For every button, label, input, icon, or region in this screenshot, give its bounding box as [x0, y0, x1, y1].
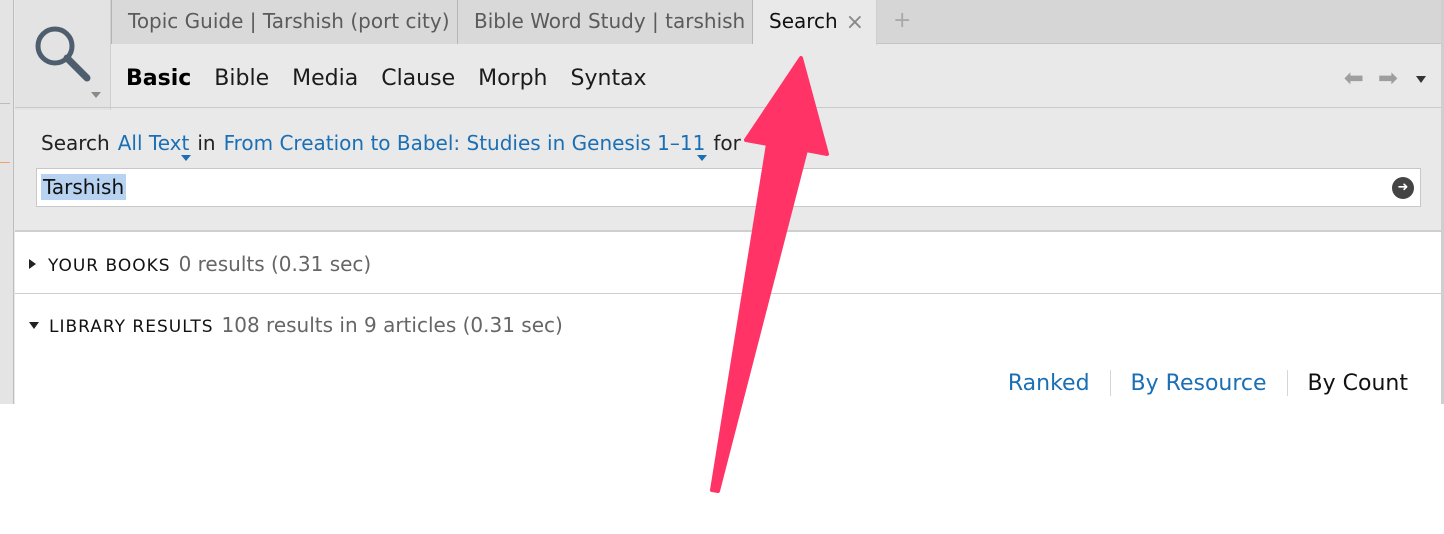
- chevron-down-icon: [697, 155, 708, 161]
- sort-by-count-link[interactable]: By Count: [1308, 371, 1408, 396]
- search-type-clause[interactable]: Clause: [381, 66, 455, 91]
- search-type-basic[interactable]: Basic: [126, 66, 191, 91]
- chevron-down-icon[interactable]: [91, 92, 101, 98]
- tab-topic-guide[interactable]: Topic Guide | Tarshish (port city): [111, 0, 458, 44]
- sort-by-resource-link[interactable]: By Resource: [1131, 371, 1267, 396]
- search-scope-line: Search All Text in From Creation to Babel: …: [41, 131, 741, 161]
- scope-selector[interactable]: All Text: [117, 131, 192, 161]
- resource-label: From Creation to Babel: Studies in Genes…: [223, 131, 706, 155]
- forward-arrow-icon[interactable]: ➡: [1378, 64, 1398, 92]
- chevron-down-icon: [181, 155, 192, 161]
- tab-label: Bible Word Study | tarshish: [474, 9, 746, 33]
- new-tab-button[interactable]: +: [893, 8, 911, 33]
- go-icon[interactable]: ➜: [1392, 177, 1414, 199]
- search-type-syntax[interactable]: Syntax: [571, 66, 647, 91]
- in-label: in: [197, 131, 216, 155]
- search-query-text[interactable]: Tarshish: [41, 174, 127, 200]
- tab-search[interactable]: Search ×: [753, 0, 877, 45]
- divider: [1286, 370, 1288, 396]
- tab-bible-word-study[interactable]: Bible Word Study | tarshish: [458, 0, 753, 44]
- search-type-nav: Basic Bible Media Clause Morph Syntax: [126, 66, 670, 91]
- resource-selector[interactable]: From Creation to Babel: Studies in Genes…: [223, 131, 708, 161]
- search-prefix-label: Search: [41, 131, 110, 155]
- expand-triangle-icon[interactable]: [29, 259, 36, 269]
- divider: [15, 107, 1444, 108]
- divider: [0, 103, 10, 104]
- your-books-section[interactable]: YOUR BOOKS 0 results (0.31 sec): [29, 252, 371, 276]
- section-summary: 0 results (0.31 sec): [178, 252, 372, 276]
- back-arrow-icon[interactable]: ⬅: [1344, 64, 1364, 92]
- for-label: for: [713, 131, 741, 155]
- close-icon[interactable]: ×: [846, 10, 864, 35]
- tab-label: Topic Guide | Tarshish (port city): [128, 9, 450, 33]
- scope-label: All Text: [117, 131, 190, 155]
- search-type-bible[interactable]: Bible: [214, 66, 269, 91]
- results-panel: YOUR BOOKS 0 results (0.31 sec) LIBRARY R…: [15, 230, 1444, 404]
- library-results-section[interactable]: LIBRARY RESULTS 108 results in 9 articles…: [29, 313, 563, 337]
- sort-options: Ranked By Resource By Count: [1008, 370, 1408, 396]
- divider: [1109, 370, 1111, 396]
- search-input[interactable]: Tarshish ➜: [36, 168, 1421, 207]
- history-nav: ⬅ ➡: [1330, 64, 1426, 92]
- search-panel-menu[interactable]: [15, 0, 111, 110]
- search-type-morph[interactable]: Morph: [478, 66, 547, 91]
- dropdown-icon[interactable]: [1416, 75, 1426, 83]
- search-icon: [35, 26, 91, 82]
- sort-ranked-link[interactable]: Ranked: [1008, 371, 1090, 396]
- divider: [15, 293, 1444, 294]
- search-type-media[interactable]: Media: [292, 66, 358, 91]
- tab-label: Search: [769, 9, 838, 33]
- search-window: Topic Guide | Tarshish (port city) Bible…: [0, 0, 1444, 404]
- section-title: YOUR BOOKS: [48, 256, 171, 276]
- tab-strip: Topic Guide | Tarshish (port city) Bible…: [111, 0, 1444, 45]
- section-title: LIBRARY RESULTS: [49, 317, 214, 337]
- divider: [0, 162, 10, 163]
- section-summary: 108 results in 9 articles (0.31 sec): [221, 313, 563, 337]
- collapse-triangle-icon[interactable]: [29, 322, 39, 329]
- left-edge-strip: [0, 0, 14, 404]
